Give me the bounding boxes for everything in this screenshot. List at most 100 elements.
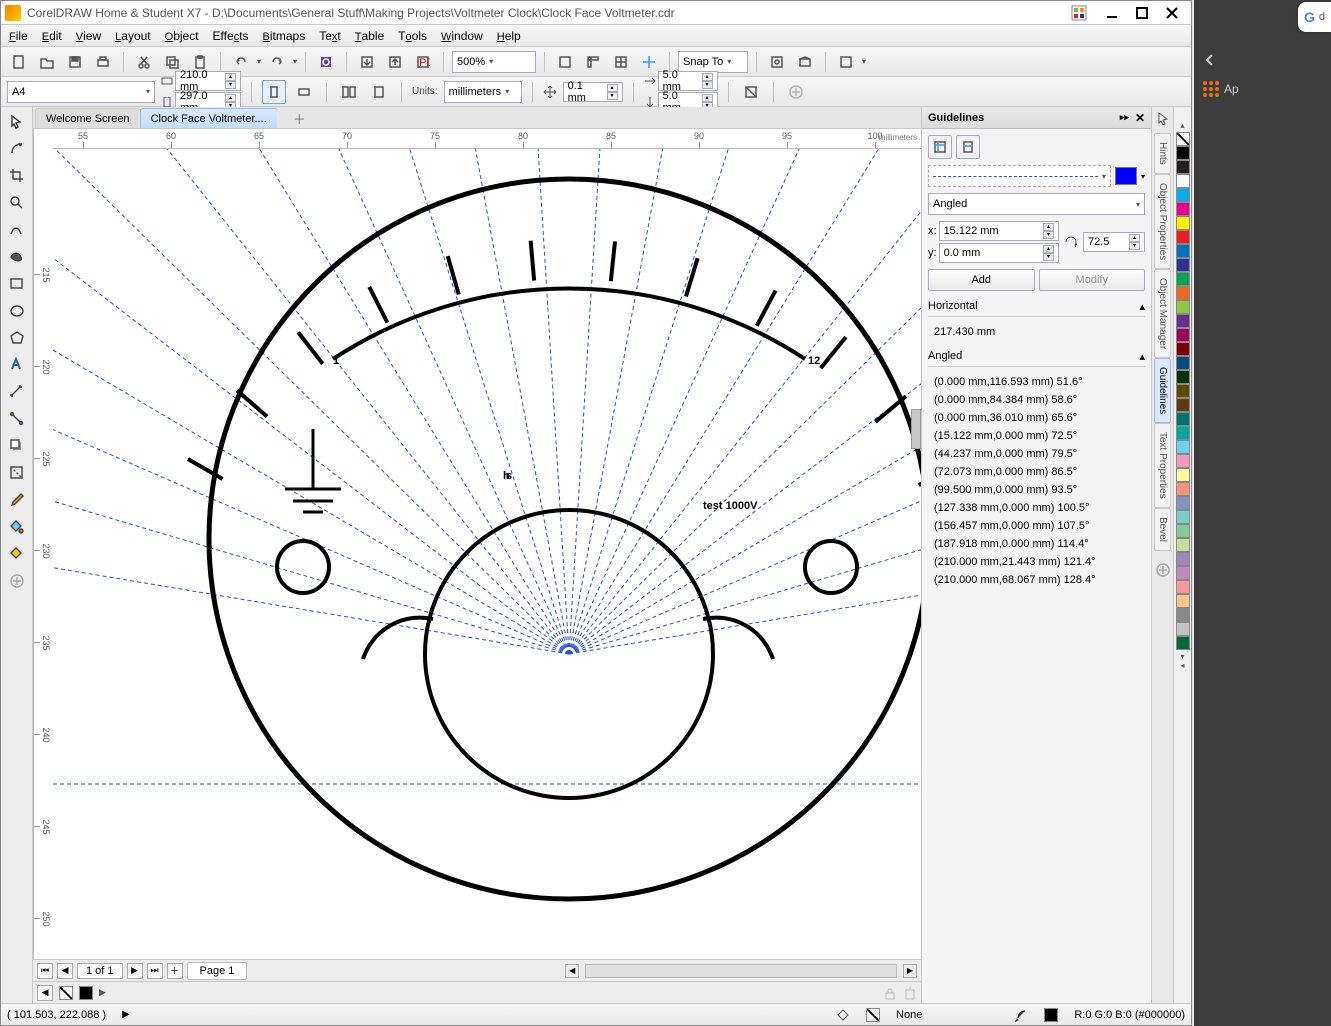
add-guideline-button[interactable]: Add bbox=[928, 269, 1035, 291]
swatch[interactable] bbox=[1176, 510, 1190, 524]
new-button[interactable] bbox=[7, 50, 31, 74]
page-next-button[interactable]: ▶ bbox=[127, 963, 143, 979]
browser-tab[interactable]: G d bbox=[1298, 2, 1331, 32]
hscroll-right[interactable]: ▶ bbox=[903, 964, 917, 978]
swatch[interactable] bbox=[1176, 202, 1190, 216]
status-outline-swatch[interactable] bbox=[1044, 1008, 1058, 1022]
parallel-dimension-tool[interactable] bbox=[4, 379, 30, 405]
menu-view[interactable]: View bbox=[76, 29, 101, 43]
drop-shadow-tool[interactable] bbox=[4, 433, 30, 459]
swatch[interactable] bbox=[1176, 454, 1190, 468]
pick-tool[interactable] bbox=[4, 109, 30, 135]
quick-swatch-none[interactable] bbox=[59, 986, 73, 1000]
horizontal-guideline-item[interactable]: 217.430 mm bbox=[928, 323, 1145, 341]
swatch[interactable] bbox=[1176, 622, 1190, 636]
back-arrow-icon[interactable] bbox=[1202, 52, 1218, 68]
fullscreen-button[interactable] bbox=[553, 50, 577, 74]
polygon-tool[interactable] bbox=[4, 325, 30, 351]
docker-options-icon[interactable] bbox=[1156, 111, 1170, 125]
swatch[interactable] bbox=[1176, 608, 1190, 622]
app-launcher-button[interactable] bbox=[793, 50, 817, 74]
menu-table[interactable]: Table bbox=[355, 29, 384, 43]
swatch[interactable] bbox=[1176, 524, 1190, 538]
zoom-tool[interactable] bbox=[4, 190, 30, 216]
swatch[interactable] bbox=[1176, 314, 1190, 328]
import-button[interactable] bbox=[355, 50, 379, 74]
angled-guideline-item[interactable]: (210.000 mm,21.443 mm) 121.4° bbox=[934, 553, 1145, 571]
swatch[interactable] bbox=[1176, 160, 1190, 174]
vertical-ruler[interactable]: 250245240235230225220215 bbox=[33, 129, 53, 959]
cut-button[interactable] bbox=[132, 50, 156, 74]
recent-color-prev[interactable]: ◀ bbox=[37, 985, 53, 1001]
swatch[interactable] bbox=[1176, 580, 1190, 594]
docker-tab-guidelines[interactable]: Guidelines bbox=[1154, 358, 1171, 423]
eyedropper-tool[interactable] bbox=[4, 487, 30, 513]
smart-fill-tool[interactable] bbox=[4, 541, 30, 567]
ellipse-tool[interactable] bbox=[4, 298, 30, 324]
quick-swatch-black[interactable] bbox=[79, 986, 93, 1000]
swatch[interactable] bbox=[1176, 636, 1190, 650]
print-button[interactable] bbox=[91, 50, 115, 74]
guideline-y-input[interactable]: ▴▾ bbox=[939, 243, 1059, 263]
guideline-page-button[interactable] bbox=[956, 135, 980, 159]
guideline-style-combo[interactable]: ▾ bbox=[928, 165, 1111, 187]
angled-guideline-item[interactable]: (15.122 mm,0.000 mm) 72.5° bbox=[934, 427, 1145, 445]
publish-pdf-button[interactable]: PDF bbox=[411, 50, 435, 74]
horizontal-ruler[interactable]: 556065707580859095100 millimeters bbox=[53, 129, 921, 149]
all-pages-button[interactable] bbox=[337, 80, 361, 104]
apps-grid-icon[interactable] bbox=[1202, 80, 1220, 98]
status-play-icon[interactable]: ▶ bbox=[122, 1009, 130, 1020]
swatch[interactable] bbox=[1176, 496, 1190, 510]
customize-button[interactable] bbox=[834, 50, 858, 74]
swatch[interactable] bbox=[1176, 468, 1190, 482]
swatch[interactable] bbox=[1176, 174, 1190, 188]
page-prev-button[interactable]: ◀ bbox=[57, 963, 73, 979]
vertical-scroll-thumb[interactable] bbox=[911, 409, 921, 449]
status-fill-swatch[interactable] bbox=[866, 1008, 880, 1022]
crop-tool[interactable] bbox=[4, 163, 30, 189]
swatch[interactable] bbox=[1176, 552, 1190, 566]
add-preset-button[interactable] bbox=[784, 80, 808, 104]
zoom-combo[interactable]: 500%▾ bbox=[452, 51, 536, 73]
menu-window[interactable]: Window bbox=[441, 29, 483, 43]
swatch[interactable] bbox=[1176, 244, 1190, 258]
angled-guideline-item[interactable]: (0.000 mm,36.010 mm) 65.6° bbox=[934, 409, 1145, 427]
docker-tab-hints[interactable]: Hints bbox=[1154, 133, 1171, 174]
landscape-button[interactable] bbox=[292, 80, 316, 104]
swatch[interactable] bbox=[1176, 398, 1190, 412]
text-tool[interactable] bbox=[4, 352, 30, 378]
menu-effects[interactable]: Effects bbox=[213, 29, 249, 43]
horizontal-section[interactable]: Horizontal▴ bbox=[928, 297, 1145, 317]
guideline-color-swatch[interactable] bbox=[1115, 167, 1137, 185]
swatch[interactable] bbox=[1176, 356, 1190, 370]
undo-button[interactable] bbox=[229, 50, 253, 74]
swatch[interactable] bbox=[1176, 594, 1190, 608]
page-first-button[interactable]: ⏮ bbox=[37, 963, 53, 979]
swatch[interactable] bbox=[1176, 370, 1190, 384]
swatch[interactable] bbox=[1176, 566, 1190, 580]
docker-close-icon[interactable]: ✕ bbox=[1135, 111, 1145, 125]
menu-object[interactable]: Object bbox=[165, 29, 199, 43]
interactive-fill-tool[interactable] bbox=[4, 514, 30, 540]
tab-add[interactable]: ＋ bbox=[277, 108, 322, 128]
artistic-media-tool[interactable] bbox=[4, 244, 30, 270]
canvas[interactable]: 1 12 hrs test 1000V bbox=[53, 149, 921, 959]
tab-file[interactable]: Clock Face Voltmeter.... bbox=[140, 108, 278, 128]
angled-guideline-item[interactable]: (0.000 mm,84.384 mm) 58.6° bbox=[934, 391, 1145, 409]
modify-guideline-button[interactable]: Modify bbox=[1039, 269, 1146, 291]
swatch[interactable] bbox=[1176, 538, 1190, 552]
swatch[interactable] bbox=[1176, 342, 1190, 356]
guideline-presets-button[interactable] bbox=[928, 135, 952, 159]
angled-guideline-item[interactable]: (44.237 mm,0.000 mm) 79.5° bbox=[934, 445, 1145, 463]
swatch[interactable] bbox=[1176, 286, 1190, 300]
hscroll-left[interactable]: ◀ bbox=[565, 964, 579, 978]
swatch[interactable] bbox=[1176, 426, 1190, 440]
menu-text[interactable]: Text bbox=[319, 29, 341, 43]
angled-guideline-item[interactable]: (99.500 mm,0.000 mm) 93.5° bbox=[934, 481, 1145, 499]
freehand-tool[interactable] bbox=[4, 217, 30, 243]
save-button[interactable] bbox=[63, 50, 87, 74]
angled-guideline-item[interactable]: (0.000 mm,116.593 mm) 51.6° bbox=[934, 373, 1145, 391]
palette-flyout[interactable]: ◂ bbox=[1180, 661, 1184, 670]
show-rulers-button[interactable] bbox=[581, 50, 605, 74]
swatch[interactable] bbox=[1176, 146, 1190, 160]
